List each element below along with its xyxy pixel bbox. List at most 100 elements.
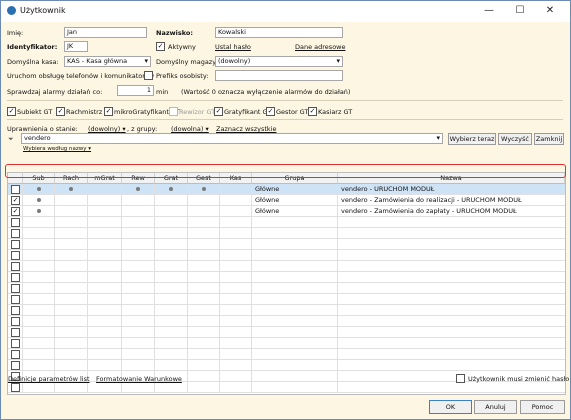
permission-cell [88,261,122,272]
permission-cell [155,272,188,283]
separator [7,119,563,120]
wyczysc-button[interactable]: Wyczyść [498,133,532,145]
anuluj-button[interactable]: Anuluj [474,400,517,414]
nazwa-cell [338,316,565,327]
grid-header[interactable]: Nazwa [338,173,565,184]
ustal-haslo-link[interactable]: Ustal hasło [215,43,251,51]
table-row[interactable] [8,327,565,338]
table-row[interactable] [8,250,565,261]
table-row[interactable] [8,239,565,250]
permission-cell [55,305,88,316]
minimize-button[interactable]: — [478,3,500,19]
permission-cell [23,294,55,305]
module-checkbox[interactable]: ✓ [7,107,16,116]
grupa-cell [252,349,338,360]
grid-header[interactable]: mGrat [88,173,122,184]
nazwa-cell: vendero - Zamówienia do realizacji - URU… [341,196,522,204]
name-filter-dropdown[interactable]: vendero [21,133,443,144]
table-row[interactable] [8,349,565,360]
permission-cell [122,195,155,206]
grupa-label: , z grupy: [127,125,158,133]
kasa-dropdown[interactable]: KAS - Kasa główna [64,56,151,67]
row-checkbox[interactable] [11,240,20,249]
alarm-interval-field[interactable]: 1 [117,85,154,96]
grupa-cell: Główne [252,184,338,195]
module-checkbox[interactable] [169,107,178,116]
permission-cell [220,360,252,371]
close-button[interactable]: ✕ [539,3,561,19]
aktywny-checkbox[interactable]: ✓ [156,42,165,51]
row-checkbox[interactable] [11,218,20,227]
grid-header[interactable]: Gest [188,173,220,184]
grupa-dropdown[interactable]: (dowolna) ▾ [171,125,209,133]
filter-icon: ⏷ [8,135,14,143]
dane-adresowe-link[interactable]: Dane adresowe [295,43,346,51]
grid-header[interactable]: Grupa [252,173,338,184]
table-row[interactable] [8,294,565,305]
permission-cell [55,261,88,272]
row-checkbox[interactable]: ✓ [11,207,20,216]
zamknij-button[interactable]: Zamknij [534,133,564,145]
nazwisko-field[interactable]: Kowalski [215,27,343,38]
magazyn-dropdown[interactable]: (dowolny) [215,56,343,67]
table-row[interactable] [8,272,565,283]
permission-cell [23,184,55,195]
table-row[interactable] [8,360,565,371]
row-checkbox[interactable] [11,295,20,304]
module-checkbox[interactable]: ✓ [214,107,223,116]
module-checkbox[interactable]: ✓ [104,107,113,116]
prefiks-field[interactable] [215,70,343,81]
row-checkbox[interactable] [11,185,20,194]
grid-header[interactable]: Rach [55,173,88,184]
table-row[interactable] [8,217,565,228]
module-checkbox[interactable]: ✓ [308,107,317,116]
row-checkbox[interactable] [11,328,20,337]
ok-button[interactable]: OK [429,400,472,414]
zaznacz-wszystkie-link[interactable]: Zaznacz wszystkie [216,125,276,133]
row-checkbox[interactable] [11,251,20,260]
grid-header[interactable]: Sub [23,173,55,184]
row-checkbox[interactable] [11,339,20,348]
permission-cell [88,349,122,360]
identyfikator-field[interactable]: JK [64,41,88,52]
table-row[interactable] [8,228,565,239]
module-checkbox[interactable]: ✓ [266,107,275,116]
row-checkbox[interactable] [11,383,20,392]
definicje-parametrow-link[interactable]: Definicje parametrów list [8,375,90,383]
table-row[interactable] [8,382,565,393]
table-row[interactable]: ✓ Główne vendero - Zamówienia do realizacj… [8,195,565,206]
row-checkbox[interactable]: ✓ [11,196,20,205]
filter-mode-value: Wybiera według nazwy [23,146,87,152]
formatowanie-warunkowe-link[interactable]: Formatowanie Warunkowe [96,375,182,383]
imie-field[interactable]: Jan [64,27,147,38]
maximize-button[interactable]: ☐ [509,3,531,19]
row-checkbox[interactable] [11,306,20,315]
module-checkbox[interactable]: ✓ [56,107,65,116]
stan-dropdown[interactable]: (dowolny) ▾ [88,125,126,133]
uruchom-checkbox[interactable] [144,71,153,80]
table-row[interactable] [8,261,565,272]
grid-header[interactable]: Rew [122,173,155,184]
permission-cell [122,217,155,228]
musi-zmienic-haslo-checkbox[interactable] [456,374,465,383]
table-row[interactable]: Główne vendero - URUCHOM MODUŁ [8,184,565,195]
row-checkbox[interactable] [11,262,20,271]
grid-header[interactable]: Kas [220,173,252,184]
table-row[interactable] [8,316,565,327]
row-check-cell [8,338,23,349]
row-checkbox[interactable] [11,317,20,326]
row-checkbox[interactable] [11,273,20,282]
pomoc-button[interactable]: Pomoc [520,400,565,414]
grid-header[interactable]: Grat [155,173,188,184]
table-row[interactable] [8,338,565,349]
row-checkbox[interactable] [11,284,20,293]
table-row[interactable] [8,283,565,294]
table-row[interactable]: ✓ Główne vendero - Zamówienia do zapłaty -… [8,206,565,217]
row-checkbox[interactable] [11,350,20,359]
permission-cell [220,195,252,206]
filter-mode-dropdown[interactable]: Wybiera według nazwy ▾ [23,146,91,152]
wybierz-teraz-button[interactable]: Wybierz teraz [448,133,496,145]
row-checkbox[interactable] [11,229,20,238]
table-row[interactable] [8,305,565,316]
row-checkbox[interactable] [11,361,20,370]
